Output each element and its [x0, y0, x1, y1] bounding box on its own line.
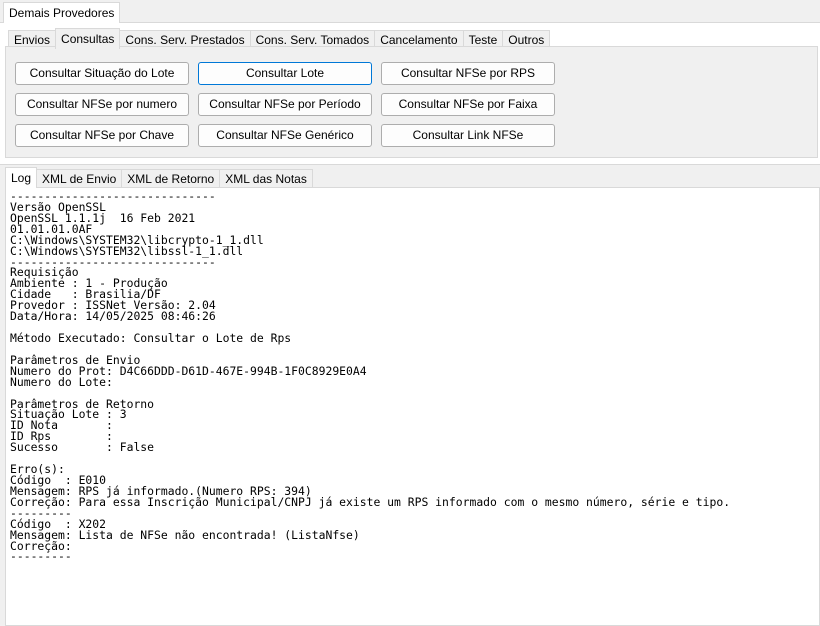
log-text: ------------------------------ Versão Op…	[6, 188, 819, 562]
tab-xml-das-notas[interactable]: XML das Notas	[219, 169, 313, 188]
consultar-lote-button[interactable]: Consultar Lote	[198, 62, 372, 85]
tab-demais-provedores[interactable]: Demais Provedores	[3, 2, 121, 23]
log-line: ---------	[10, 549, 72, 564]
tab-xml-de-envio[interactable]: XML de Envio	[36, 169, 123, 188]
tab-consultas[interactable]: Consultas	[55, 28, 121, 49]
log-line: Sucesso : False	[10, 440, 155, 455]
consultar-nfse-por-periodo-button[interactable]: Consultar NFSe por Período	[198, 93, 372, 116]
log-line: Data/Hora: 14/05/2025 08:46:26	[10, 309, 216, 324]
log-line: Método Executado: Consultar o Lote de Rp…	[10, 330, 292, 345]
log-memo[interactable]: ------------------------------ Versão Op…	[5, 187, 820, 626]
provider-tabs: Demais Provedores	[3, 2, 121, 23]
consultar-nfse-por-rps-button[interactable]: Consultar NFSe por RPS	[381, 62, 555, 85]
log-line: Correção: Para essa Inscrição Municipal/…	[10, 494, 731, 509]
consultar-nfse-por-numero-button[interactable]: Consultar NFSe por numero	[15, 93, 189, 116]
consultar-nfse-por-faixa-button[interactable]: Consultar NFSe por Faixa	[381, 93, 555, 116]
consultar-link-nfse-button[interactable]: Consultar Link NFSe	[381, 124, 555, 147]
log-line: Numero do Lote:	[10, 374, 113, 389]
tab-log[interactable]: Log	[5, 167, 38, 188]
consultar-nfse-por-chave-button[interactable]: Consultar NFSe por Chave	[15, 124, 189, 147]
splitter[interactable]	[0, 164, 820, 165]
output-tabs: Log XML de Envio XML de Retorno XML das …	[5, 167, 313, 188]
consultar-situacao-lote-button[interactable]: Consultar Situação do Lote	[15, 62, 189, 85]
consultas-panel: Consultar Situação do Lote Consultar Lot…	[5, 46, 818, 158]
consultar-nfse-generico-button[interactable]: Consultar NFSe Genérico	[198, 124, 372, 147]
tab-xml-de-retorno[interactable]: XML de Retorno	[121, 169, 221, 188]
